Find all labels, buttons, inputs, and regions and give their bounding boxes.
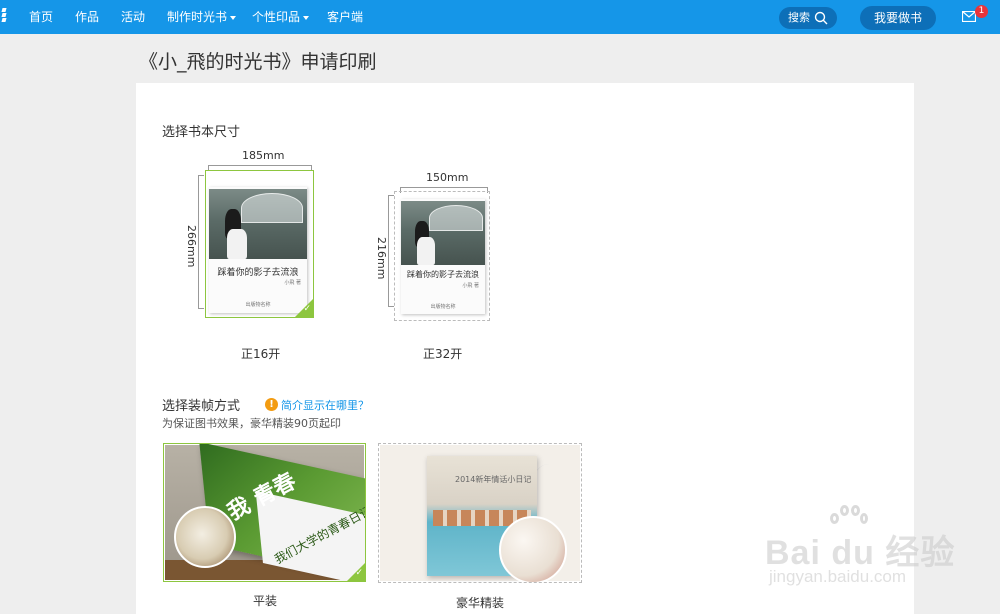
cover-title: 踩着你的影子去流浪 bbox=[217, 268, 299, 278]
check-icon: ✓ bbox=[355, 568, 363, 578]
binding-option-hardcover[interactable]: 2014新年情话小日记 bbox=[378, 443, 582, 583]
binding-option-label: 豪华精装 bbox=[456, 596, 505, 610]
size-height-dim: 266mm bbox=[185, 225, 198, 268]
check-icon: ✓ bbox=[303, 304, 311, 314]
cover-author: 小飛 著 bbox=[462, 283, 479, 289]
binding-option-label: 平装 bbox=[253, 594, 278, 608]
page-title: 《小_飛的时光书》申请印刷 bbox=[139, 51, 377, 73]
size-option-32k[interactable]: 踩着你的影子去流浪 小飛 著 出版物名称 bbox=[394, 191, 490, 321]
nav-item-custom-prints[interactable]: 个性印品 bbox=[252, 0, 310, 34]
hardcover-spine-detail bbox=[499, 516, 567, 582]
cover-photo bbox=[209, 189, 307, 259]
size-option-label: 正32开 bbox=[423, 347, 463, 361]
nav-item-label: 活动 bbox=[121, 10, 146, 24]
binding-note: 为保证图书效果，豪华精装90页起印 bbox=[162, 417, 341, 430]
mail-badge: 1 bbox=[975, 5, 988, 18]
cover-publisher: 出版物名称 bbox=[430, 304, 456, 310]
nav-item-make-book[interactable]: 制作时光书 bbox=[167, 0, 237, 34]
cover-publisher: 出版物名称 bbox=[245, 302, 271, 308]
make-book-button[interactable]: 我要做书 bbox=[860, 6, 936, 30]
nav-item-client[interactable]: 客户端 bbox=[327, 0, 363, 34]
paperback-spine-detail bbox=[174, 506, 236, 568]
nav-item-works[interactable]: 作品 bbox=[75, 0, 99, 34]
cover-photo bbox=[401, 201, 485, 265]
size-width-dim: 150mm bbox=[426, 171, 469, 184]
size-height-dim: 216mm bbox=[375, 237, 388, 280]
nav-item-label: 制作时光书 bbox=[167, 10, 228, 24]
nav-item-label: 首页 bbox=[29, 10, 54, 24]
search-label: 搜索 bbox=[788, 11, 810, 24]
nav-item-events[interactable]: 活动 bbox=[121, 0, 145, 34]
nav-item-home[interactable]: 首页 bbox=[29, 0, 53, 34]
hardcover-cover-title: 2014新年情话小日记 bbox=[455, 475, 532, 484]
watermark-url: jingyan.baidu.com bbox=[769, 567, 907, 586]
binding-section-title: 选择装帧方式 bbox=[162, 399, 241, 414]
size-width-dim: 185mm bbox=[242, 149, 285, 162]
size-option-label: 正16开 bbox=[241, 347, 281, 361]
make-book-label: 我要做书 bbox=[873, 11, 922, 25]
book-cover-32k: 踩着你的影子去流浪 小飛 著 出版物名称 bbox=[401, 199, 485, 314]
mail-icon[interactable] bbox=[962, 11, 976, 22]
cover-title: 踩着你的影子去流浪 bbox=[407, 270, 479, 279]
book-cover-16k: 踩着你的影子去流浪 小飛 著 出版物名称 bbox=[209, 187, 307, 313]
cover-author: 小飛 著 bbox=[284, 280, 301, 286]
logo-icon[interactable] bbox=[0, 7, 8, 27]
size-option-16k[interactable]: 踩着你的影子去流浪 小飛 著 出版物名称 ✓ bbox=[205, 170, 314, 318]
info-icon: ! bbox=[265, 398, 278, 411]
top-nav-bar: 首页 作品 活动 制作时光书 个性印品 客户端 搜索 我要做书 1 bbox=[0, 0, 1000, 34]
intro-location-link[interactable]: 简介显示在哪里？ bbox=[281, 397, 369, 413]
nav-item-label: 客户端 bbox=[327, 10, 364, 24]
nav-item-label: 个性印品 bbox=[252, 10, 301, 24]
size-section-title: 选择书本尺寸 bbox=[162, 125, 241, 140]
height-dimension-line bbox=[198, 175, 204, 309]
binding-option-paperback[interactable]: 我 青春 我们大学的青春日记 ✓ bbox=[163, 443, 366, 582]
search-button[interactable]: 搜索 bbox=[779, 7, 837, 29]
caret-down-icon bbox=[230, 15, 237, 20]
nav-item-label: 作品 bbox=[75, 10, 100, 24]
baidu-watermark: Bai du 经验 jingyan.baidu.com bbox=[765, 505, 954, 595]
search-icon bbox=[814, 11, 828, 25]
caret-down-icon bbox=[303, 15, 310, 20]
